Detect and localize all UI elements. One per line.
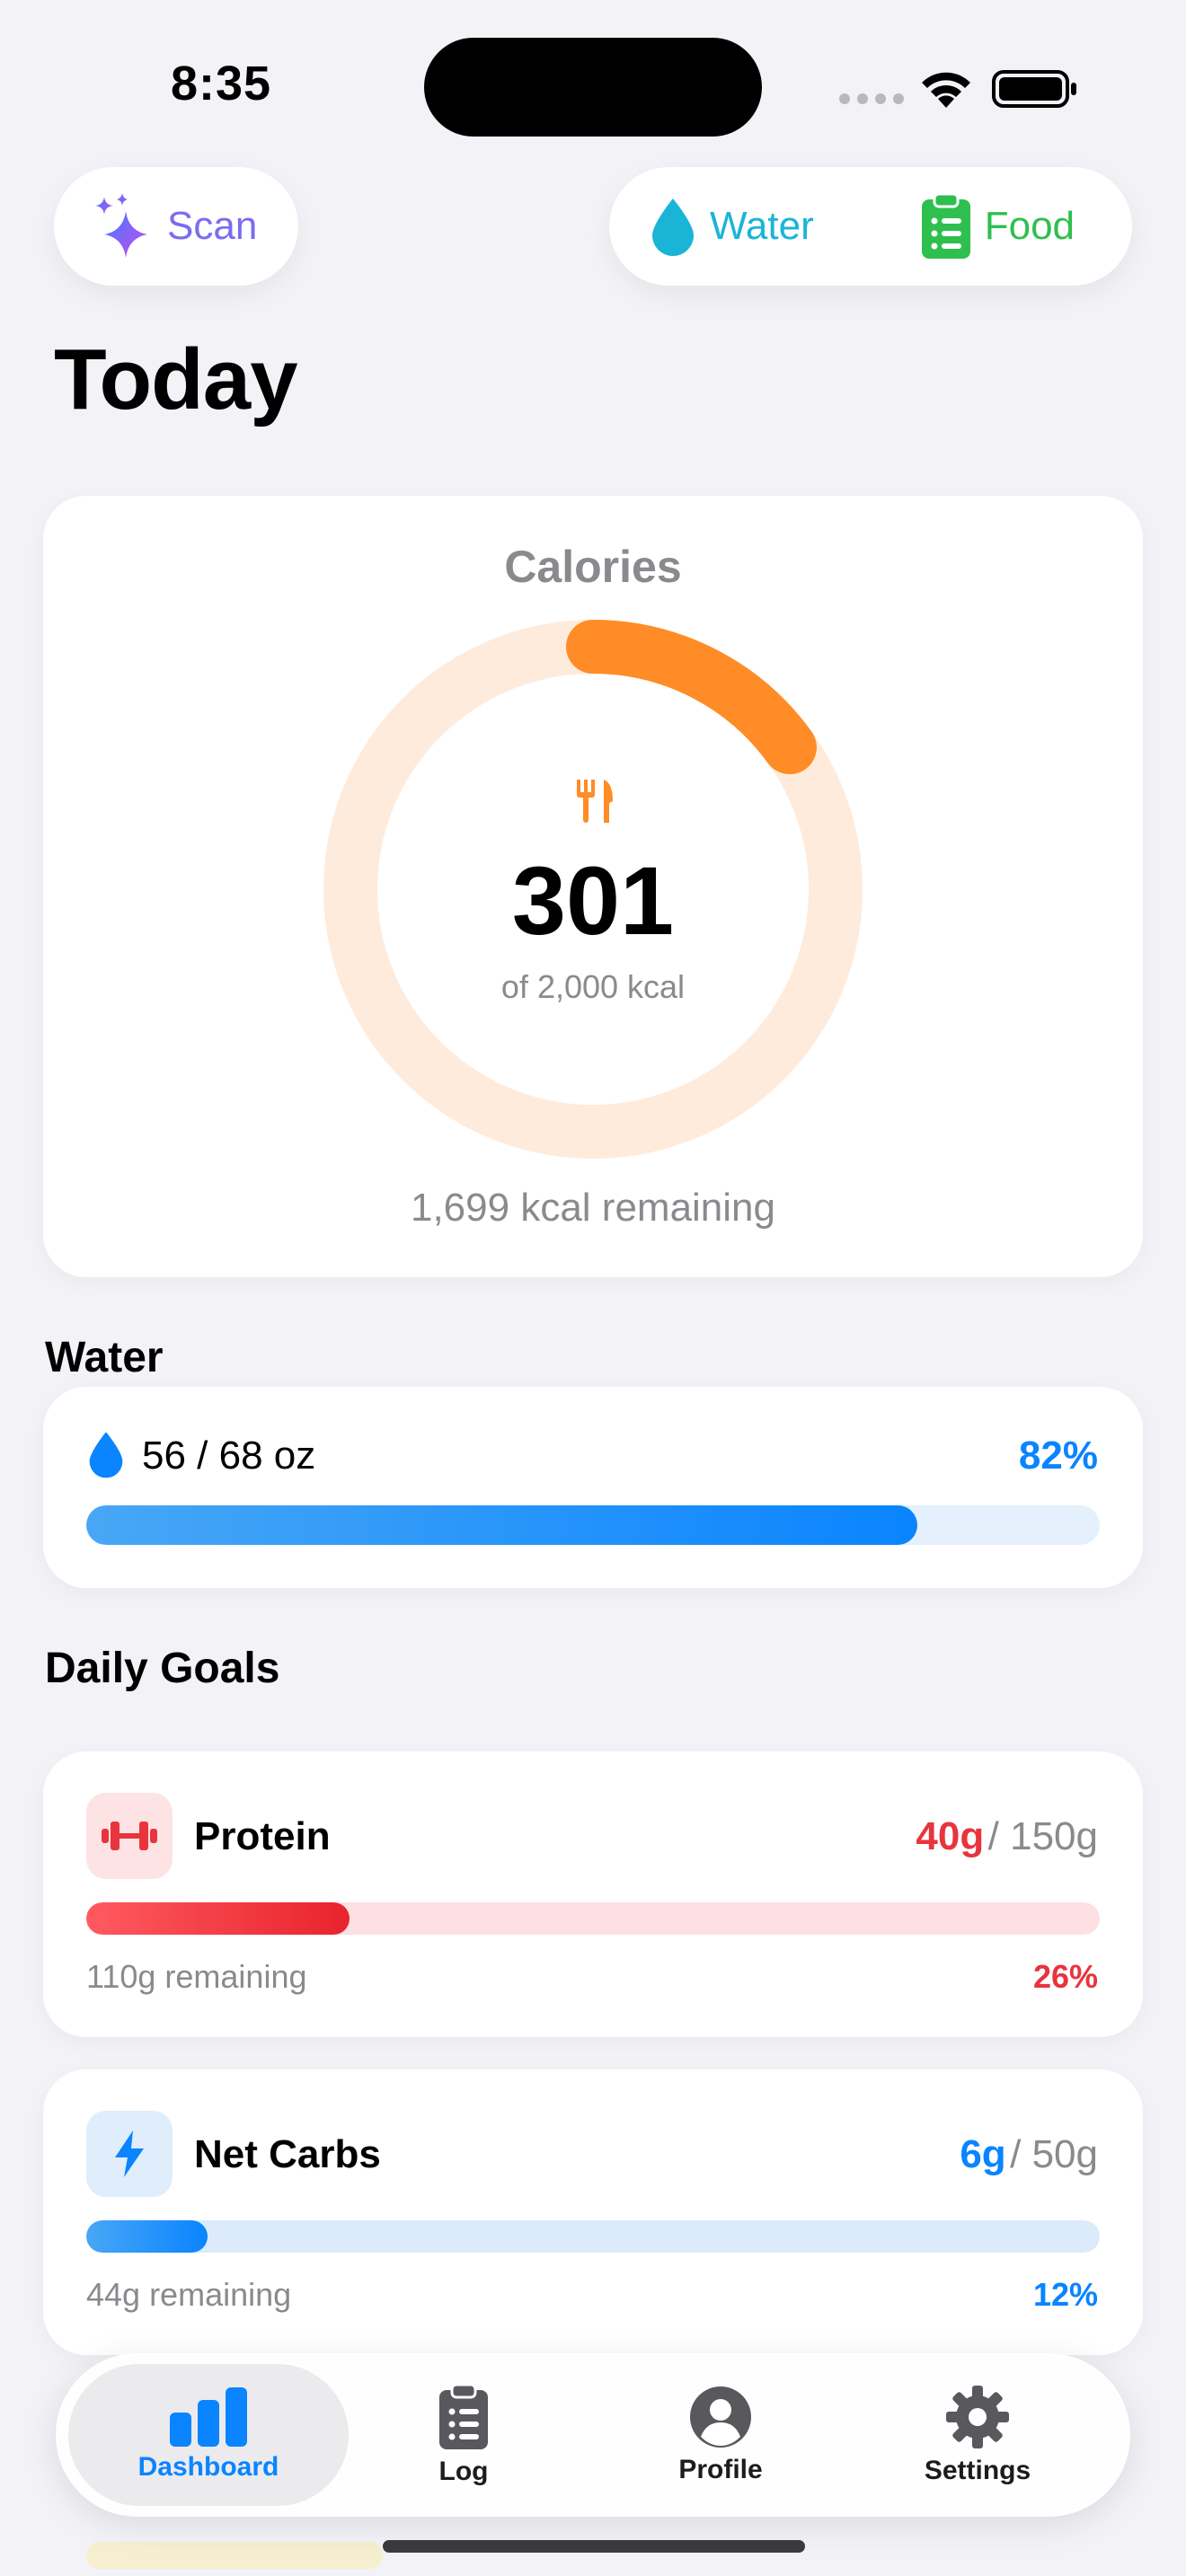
next-card-peek [86, 2542, 383, 2569]
water-section-title: Water [45, 1334, 164, 1381]
calories-remaining: 1,699 kcal remaining [410, 1186, 775, 1230]
protein-goal: / 150g [987, 1814, 1098, 1858]
tab-profile-label: Profile [678, 2455, 763, 2484]
clipboard-list-icon [439, 2383, 488, 2449]
calories-consumed: 301 [511, 846, 675, 955]
clipboard-list-icon [921, 192, 970, 259]
calories-goal: of 2,000 kcal [500, 968, 686, 1005]
page-title: Today [54, 331, 298, 428]
net-carbs-icon-box [86, 2111, 173, 2197]
calories-title: Calories [504, 542, 682, 592]
protein-name: Protein [194, 1814, 331, 1858]
quick-add-pill: Water Food [609, 167, 1132, 286]
dynamic-island [424, 38, 762, 137]
chart-bar-icon [170, 2387, 247, 2447]
dumbbell-icon [102, 1822, 157, 1850]
status-time: 8:35 [171, 57, 272, 110]
protein-remaining: 110g remaining [86, 1958, 307, 1995]
tab-dashboard[interactable]: Dashboard [92, 2364, 325, 2506]
protein-percent: 26% [1032, 1958, 1098, 1995]
daily-goals-title: Daily Goals [45, 1645, 280, 1692]
tab-profile[interactable]: Profile [604, 2364, 837, 2506]
food-label: Food [984, 204, 1075, 248]
net-carbs-name: Net Carbs [194, 2132, 381, 2176]
net-carbs-amounts: 6g / 50g [960, 2132, 1098, 2177]
add-water-button[interactable]: Water [651, 197, 814, 256]
sparkles-icon [95, 193, 147, 258]
protein-progress-track [86, 1902, 1100, 1935]
protein-current: 40g [916, 1814, 985, 1858]
water-drop-icon [89, 1432, 123, 1478]
tab-dashboard-label: Dashboard [137, 2452, 279, 2482]
cellular-signal-icon [839, 93, 904, 104]
net-carbs-remaining: 44g remaining [86, 2276, 292, 2313]
battery-icon [992, 70, 1076, 108]
wifi-icon [922, 72, 970, 108]
net-carbs-progress-fill [86, 2220, 208, 2253]
bolt-icon [115, 2130, 144, 2177]
protein-progress-fill [86, 1902, 350, 1935]
fork-knife-icon [577, 780, 613, 823]
water-label: Water [710, 204, 814, 248]
add-food-button[interactable]: Food [920, 192, 1075, 260]
protein-icon-box [86, 1793, 173, 1879]
water-progress-track [86, 1505, 1100, 1545]
net-carbs-goal: / 50g [1010, 2132, 1098, 2176]
water-card[interactable] [43, 1387, 1143, 1588]
water-progress-fill [86, 1505, 917, 1545]
water-percent: 82% [1018, 1434, 1098, 1478]
tab-log[interactable]: Log [347, 2364, 580, 2506]
net-carbs-progress-track [86, 2220, 1100, 2253]
home-indicator [383, 2540, 805, 2553]
gear-icon [946, 2386, 1009, 2448]
scan-button[interactable]: Scan [54, 167, 298, 286]
water-amount: 56 / 68 oz [142, 1434, 316, 1478]
tab-settings-label: Settings [924, 2456, 1031, 2485]
tab-log-label: Log [438, 2457, 489, 2486]
net-carbs-percent: 12% [1032, 2276, 1098, 2313]
protein-amounts: 40g / 150g [916, 1814, 1098, 1859]
water-drop-icon [652, 198, 694, 256]
tab-settings[interactable]: Settings [861, 2364, 1094, 2506]
scan-label: Scan [167, 204, 258, 248]
person-circle-icon [690, 2386, 751, 2448]
net-carbs-current: 6g [960, 2132, 1006, 2176]
